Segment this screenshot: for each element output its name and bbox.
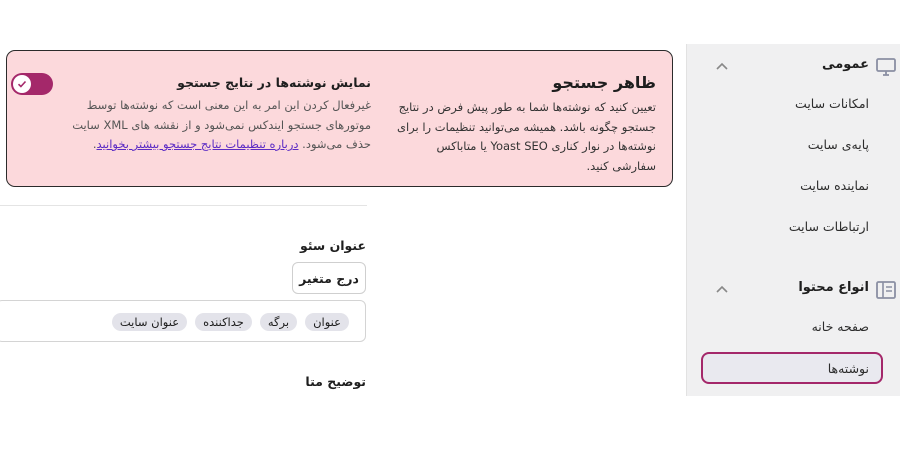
learn-more-link[interactable]: درباره تنظیمات نتایج جستجو بیشتر بخوانید xyxy=(97,137,299,151)
sidebar-item-site-connections[interactable]: ارتباطات سایت xyxy=(789,219,869,234)
sidebar: عمومی امکانات سایت پایه‌ی سایت نماینده س… xyxy=(686,44,900,396)
desktop-icon xyxy=(875,56,897,78)
chip-site-title[interactable]: عنوان سایت xyxy=(111,313,188,331)
show-posts-option-title: نمایش نوشته‌ها در نتایج جستجو xyxy=(177,75,371,90)
sidebar-section-title: عمومی xyxy=(822,57,869,72)
seo-title-input[interactable]: عنوان برگه جداکننده عنوان سایت xyxy=(0,300,366,342)
sidebar-section-general[interactable]: عمومی xyxy=(687,44,900,88)
sidebar-item-label: نوشته‌ها xyxy=(827,360,869,376)
chevron-up-icon[interactable] xyxy=(715,282,729,296)
sidebar-item-homepage[interactable]: صفحه خانه xyxy=(812,319,869,334)
show-posts-toggle[interactable] xyxy=(11,73,53,95)
sidebar-item-posts[interactable]: نوشته‌ها xyxy=(701,352,883,384)
chip-separator[interactable]: جداکننده xyxy=(195,313,252,331)
card-title: ظاهر جستجو xyxy=(552,73,656,92)
divider xyxy=(0,205,367,206)
seo-title-label: عنوان سئو xyxy=(299,238,366,253)
check-icon xyxy=(17,80,27,88)
sidebar-section-content-types[interactable]: انواع محتوا xyxy=(687,267,900,311)
content-types-icon xyxy=(875,279,897,301)
chevron-up-icon[interactable] xyxy=(715,59,729,73)
meta-description-label: توضیح متا xyxy=(305,374,366,389)
sidebar-item-site-representation[interactable]: نماینده سایت xyxy=(800,178,869,193)
toggle-knob xyxy=(13,75,31,93)
insert-variable-button[interactable]: درج متغیر xyxy=(292,262,366,294)
sidebar-item-site-features[interactable]: امکانات سایت xyxy=(795,96,869,111)
chip-page[interactable]: برگه xyxy=(259,313,298,331)
sidebar-item-site-basics[interactable]: پایه‌ی سایت xyxy=(808,137,869,152)
chip-title[interactable]: عنوان xyxy=(305,313,349,331)
card-description: تعیین کنید که نوشته‌ها شما به طور پیش فر… xyxy=(396,100,656,173)
search-appearance-card: ظاهر جستجو تعیین کنید که نوشته‌ها شما به… xyxy=(6,50,673,187)
variable-chips: عنوان برگه جداکننده عنوان سایت xyxy=(111,313,349,331)
show-posts-option-description: غیرفعال کردن این امر به این معنی است که … xyxy=(63,96,371,155)
sidebar-section-title: انواع محتوا xyxy=(798,280,869,295)
